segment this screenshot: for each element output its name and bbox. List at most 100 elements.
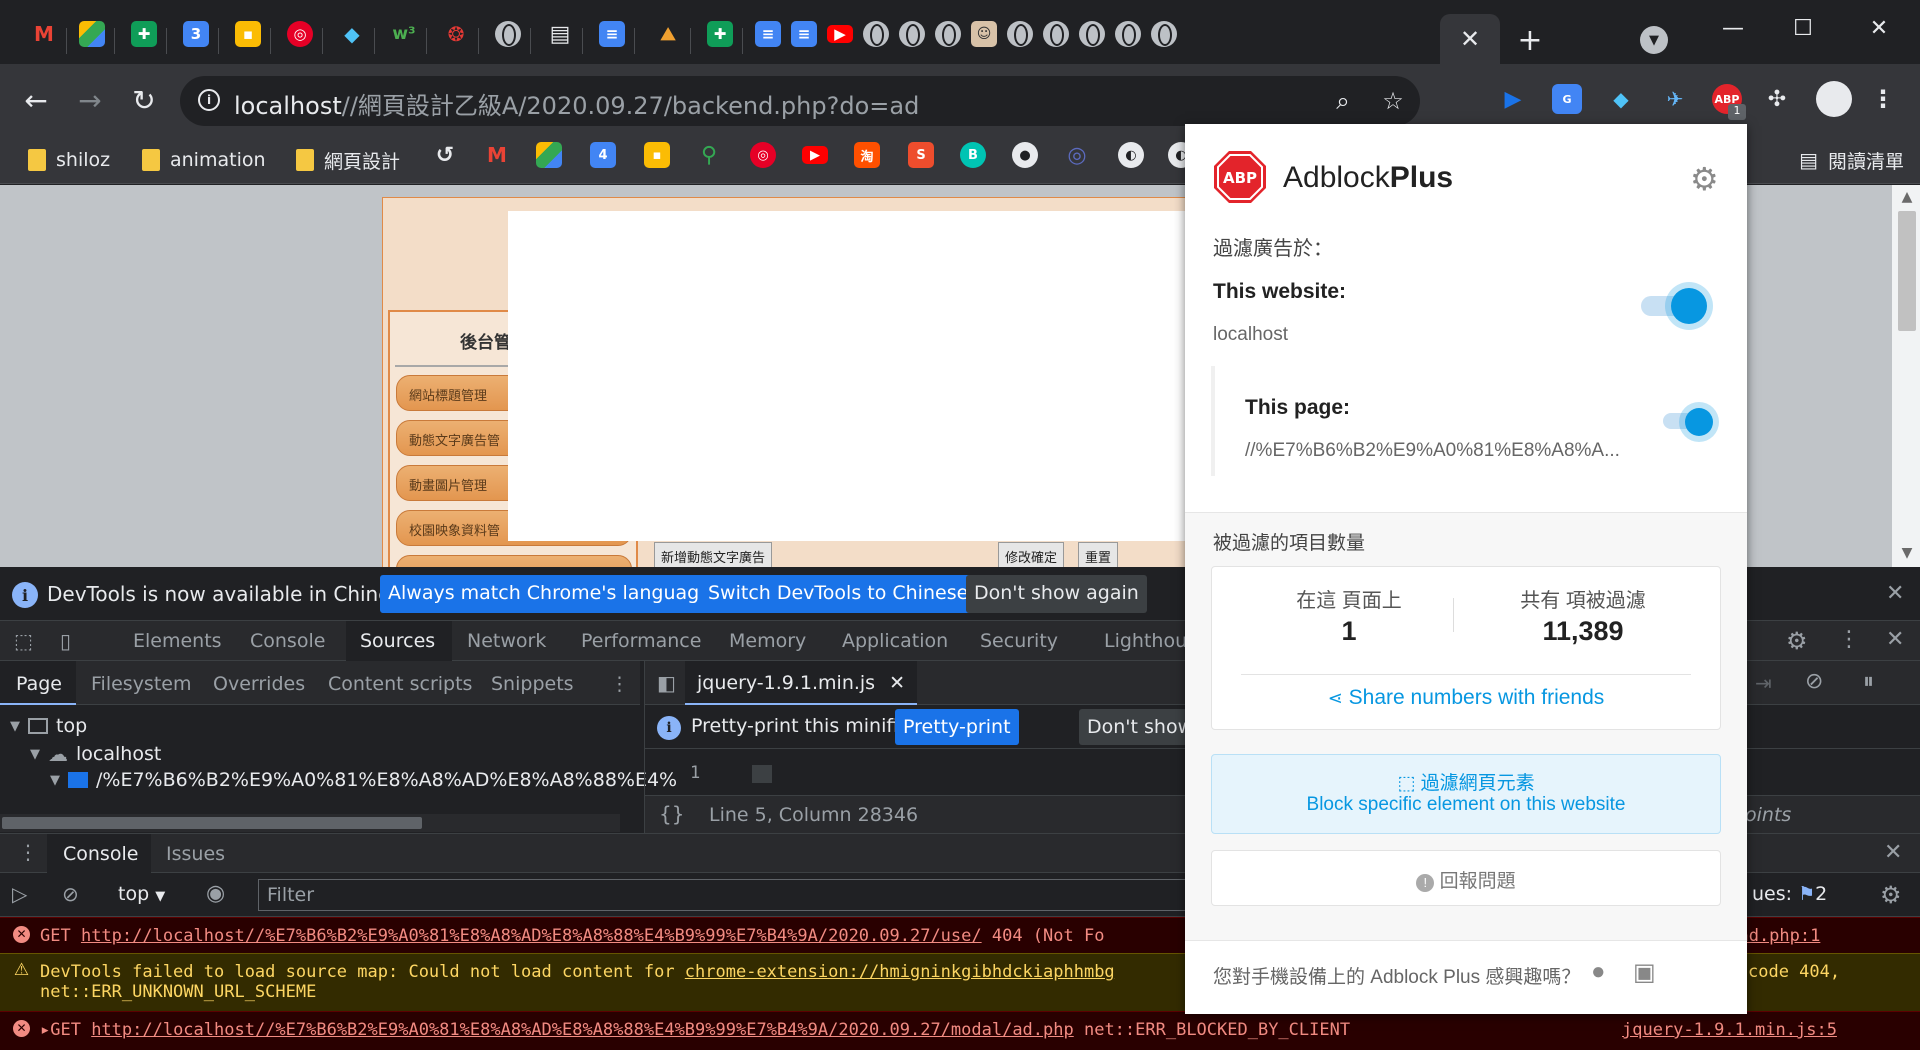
history-bookmark-icon[interactable]: ↺ [432,142,458,168]
tab-globe-1[interactable] [488,14,528,54]
reset-button[interactable]: 重置 [1078,542,1119,567]
cursor-extension-icon[interactable]: ▶ [1498,84,1528,114]
tab-docs-2[interactable]: ≡ [748,14,788,54]
tab-calendar[interactable]: 3 [176,14,216,54]
scrollbar-thumb[interactable] [2,817,422,829]
format-braces-icon[interactable]: {} [659,802,684,826]
tab-keep[interactable]: ▪ [228,14,268,54]
forward-button[interactable]: → [72,82,108,118]
tab-application[interactable]: Application [842,630,948,652]
tab-sheets[interactable]: ✚ [124,14,164,54]
tab-memory[interactable]: Memory [729,630,806,652]
message-link[interactable]: http://localhost//%E7%B6%B2%E9%A0%81%E8%… [91,1020,1074,1040]
tab-security[interactable]: Security [980,630,1058,652]
pretty-print-button[interactable]: Pretty-print [895,709,1019,745]
drawer-tab-issues[interactable]: Issues [166,843,225,865]
issues-counter[interactable]: ues: ⚑2 [1752,883,1827,905]
bookmark-star-icon[interactable]: ☆ [1378,86,1408,116]
tab-globe-3[interactable] [892,14,932,54]
switch-language-button[interactable]: Switch DevTools to Chinese [700,575,977,613]
tab-lighthouse[interactable]: Lighthous [1104,630,1197,652]
tab-globe-9[interactable] [1144,14,1184,54]
gem-extension-icon[interactable]: ◆ [1606,84,1636,114]
reload-button[interactable]: ↻ [126,82,162,118]
deactivate-breakpoints-icon[interactable]: ⊘ [1805,669,1823,694]
message-link[interactable]: chrome-extension://hmigninkgibhdckiaphhm… [685,962,1115,982]
tab-red-logo[interactable]: ❂ [436,14,476,54]
step-icon[interactable]: ⇥ [1755,671,1772,695]
circle-bookmark-icon[interactable]: ◎ [1064,142,1090,168]
tab-network[interactable]: Network [467,630,546,652]
message-link[interactable]: http://localhost//%E7%B6%B2%E9%A0%81%E8%… [81,926,982,946]
tab-globe-6[interactable] [1036,14,1076,54]
share-numbers-link[interactable]: ⋖ Share numbers with friends [1211,686,1721,710]
keep-bookmark-icon[interactable]: ▪ [644,142,670,168]
back-button[interactable]: ← [18,82,54,118]
console-message-error[interactable]: ✕ ▸GET http://localhost//%E7%B6%B2%E9%A0… [0,1011,1920,1050]
tree-item-localhost[interactable]: ▼ ☁ localhost [30,742,161,766]
tab-youtube[interactable]: ▶ [820,14,860,54]
subtab-page[interactable]: Page [16,673,62,695]
page-toggle-knob[interactable] [1685,408,1713,436]
tab-pixiv[interactable]: ⛰ [648,14,688,54]
puzzle-extensions-icon[interactable]: ✣ [1762,84,1792,114]
tab-gmail[interactable]: M [24,14,64,54]
tab-performance[interactable]: Performance [581,630,701,652]
console-settings-icon[interactable]: ⚙ [1880,881,1902,909]
shopee-bookmark-icon[interactable]: S [908,142,934,168]
tree-item-folder[interactable]: ▼ /%E7%B6%B2%E9%A0%81%E8%A8%AD%E8%A8%88%E… [50,769,677,791]
toggle-navigator-icon[interactable]: ◧ [657,671,676,695]
drawer-menu-icon[interactable]: ⋮ [18,840,38,864]
subtab-snippets[interactable]: Snippets [491,673,574,695]
tab-search-icon[interactable]: ▼ [1640,26,1668,54]
tab-w3schools[interactable]: w³ [384,14,424,54]
live-expression-eye-icon[interactable]: ◉ [206,881,225,906]
code-line[interactable] [752,765,772,783]
maps-bookmark-icon[interactable]: ⚲ [696,142,722,168]
tab-elements[interactable]: Elements [133,630,222,652]
scroll-up-arrow[interactable]: ▲ [1896,189,1918,207]
android-icon[interactable]: ▣ [1633,958,1656,987]
subtab-filesystem[interactable]: Filesystem [91,673,191,695]
tab-console[interactable]: Console [250,630,325,652]
tree-item-top[interactable]: ▼ top [10,715,87,737]
bookmark-folder-animation[interactable]: animation [142,146,266,174]
plane-extension-icon[interactable]: ✈ [1660,84,1690,114]
tab-globe-8[interactable] [1108,14,1148,54]
translate-extension-icon[interactable]: G [1552,84,1582,114]
bookmark-folder-shiloz[interactable]: shiloz [28,146,110,174]
bookmark-folder-webdesign[interactable]: 網頁設計 [296,146,400,174]
address-bar[interactable]: i localhost//網頁設計乙級A/2020.09.27/backend.… [180,76,1420,126]
tab-globe-2[interactable] [856,14,896,54]
dont-show-pretty-print-button[interactable]: Don't show [1079,709,1202,745]
match-language-button[interactable]: Always match Chrome's language [380,575,719,613]
globe-bookmark-icon[interactable]: ◐ [1118,142,1144,168]
taobao-bookmark-icon[interactable]: 淘 [854,142,880,168]
subtab-content-scripts[interactable]: Content scripts [328,673,472,695]
more-options-icon[interactable]: ⋮ [1838,627,1860,652]
drive-bookmark-icon[interactable] [536,142,562,168]
tab-globe-5[interactable] [1000,14,1040,54]
device-toolbar-icon[interactable]: ▯ [60,629,71,653]
url-text[interactable]: localhost//網頁設計乙級A/2020.09.27/backend.ph… [234,86,919,121]
minimize-button[interactable]: — [1710,8,1756,48]
close-icon[interactable]: ✕ [1886,581,1904,606]
site-info-icon[interactable]: i [198,89,220,111]
new-tab-button[interactable]: + [1512,22,1548,58]
console-filter-input[interactable]: Filter [258,879,1198,911]
tab-globe-4[interactable] [928,14,968,54]
tab-document[interactable]: ▤ [540,14,580,54]
close-devtools-icon[interactable]: ✕ [1886,627,1904,652]
close-drawer-icon[interactable]: ✕ [1884,840,1902,865]
zoom-icon[interactable]: ⌕ [1328,86,1358,116]
tab-drive[interactable] [72,14,112,54]
tab-docs-3[interactable]: ≡ [784,14,824,54]
gmail-bookmark-icon[interactable]: M [484,142,510,168]
tab-docs-1[interactable]: ≡ [592,14,632,54]
confirm-edit-button[interactable]: 修改確定 [998,542,1065,567]
close-window-button[interactable]: ✕ [1856,8,1902,48]
add-text-ad-button[interactable]: 新增動態文字廣告 [654,542,773,567]
drawer-tab-console[interactable]: Console [63,843,138,865]
chrome-menu-icon[interactable]: ⋮ [1868,84,1898,114]
website-toggle-knob[interactable] [1671,288,1707,324]
